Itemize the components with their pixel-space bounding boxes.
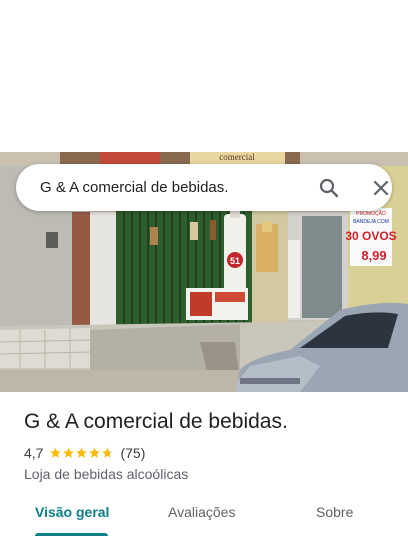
tab-bar: Visão geral Avaliações Sobre [0, 500, 408, 536]
photo-sign-price: 8,99 [361, 248, 386, 263]
tab-overview[interactable]: Visão geral [35, 504, 109, 520]
rating-value: 4,7 [24, 445, 44, 461]
star-icon [50, 447, 62, 458]
review-count[interactable]: (75) [120, 445, 145, 461]
search-input[interactable]: G & A comercial de bebidas. [40, 164, 228, 211]
photo-sign-top: comercial [219, 152, 255, 162]
star-icon [102, 447, 114, 458]
active-tab-indicator [35, 533, 108, 536]
tab-reviews[interactable]: Avaliações [168, 504, 235, 520]
photo-sign-eggs: 30 OVOS [345, 229, 396, 243]
rating-stars [49, 447, 114, 459]
photo-sign-promo: PROMOÇÃO [356, 210, 386, 217]
photo-bottle-label: 51 [230, 256, 240, 266]
close-icon[interactable] [369, 176, 393, 200]
place-info-panel: G & A comercial de bebidas. 4,7 (75) Loj… [0, 392, 408, 544]
photo-sign-tray: BANDEJA COM [353, 219, 389, 225]
map-blank-area [0, 0, 408, 152]
star-icon [76, 447, 88, 458]
rating-row[interactable]: 4,7 (75) [24, 444, 145, 462]
place-category[interactable]: Loja de bebidas alcoólicas [24, 466, 188, 482]
search-bar[interactable]: G & A comercial de bebidas. [16, 164, 392, 211]
star-icon [89, 447, 101, 458]
star-icon [63, 447, 75, 458]
place-title: G & A comercial de bebidas. [24, 410, 288, 433]
tab-about[interactable]: Sobre [316, 504, 353, 520]
search-icon[interactable] [317, 176, 341, 200]
